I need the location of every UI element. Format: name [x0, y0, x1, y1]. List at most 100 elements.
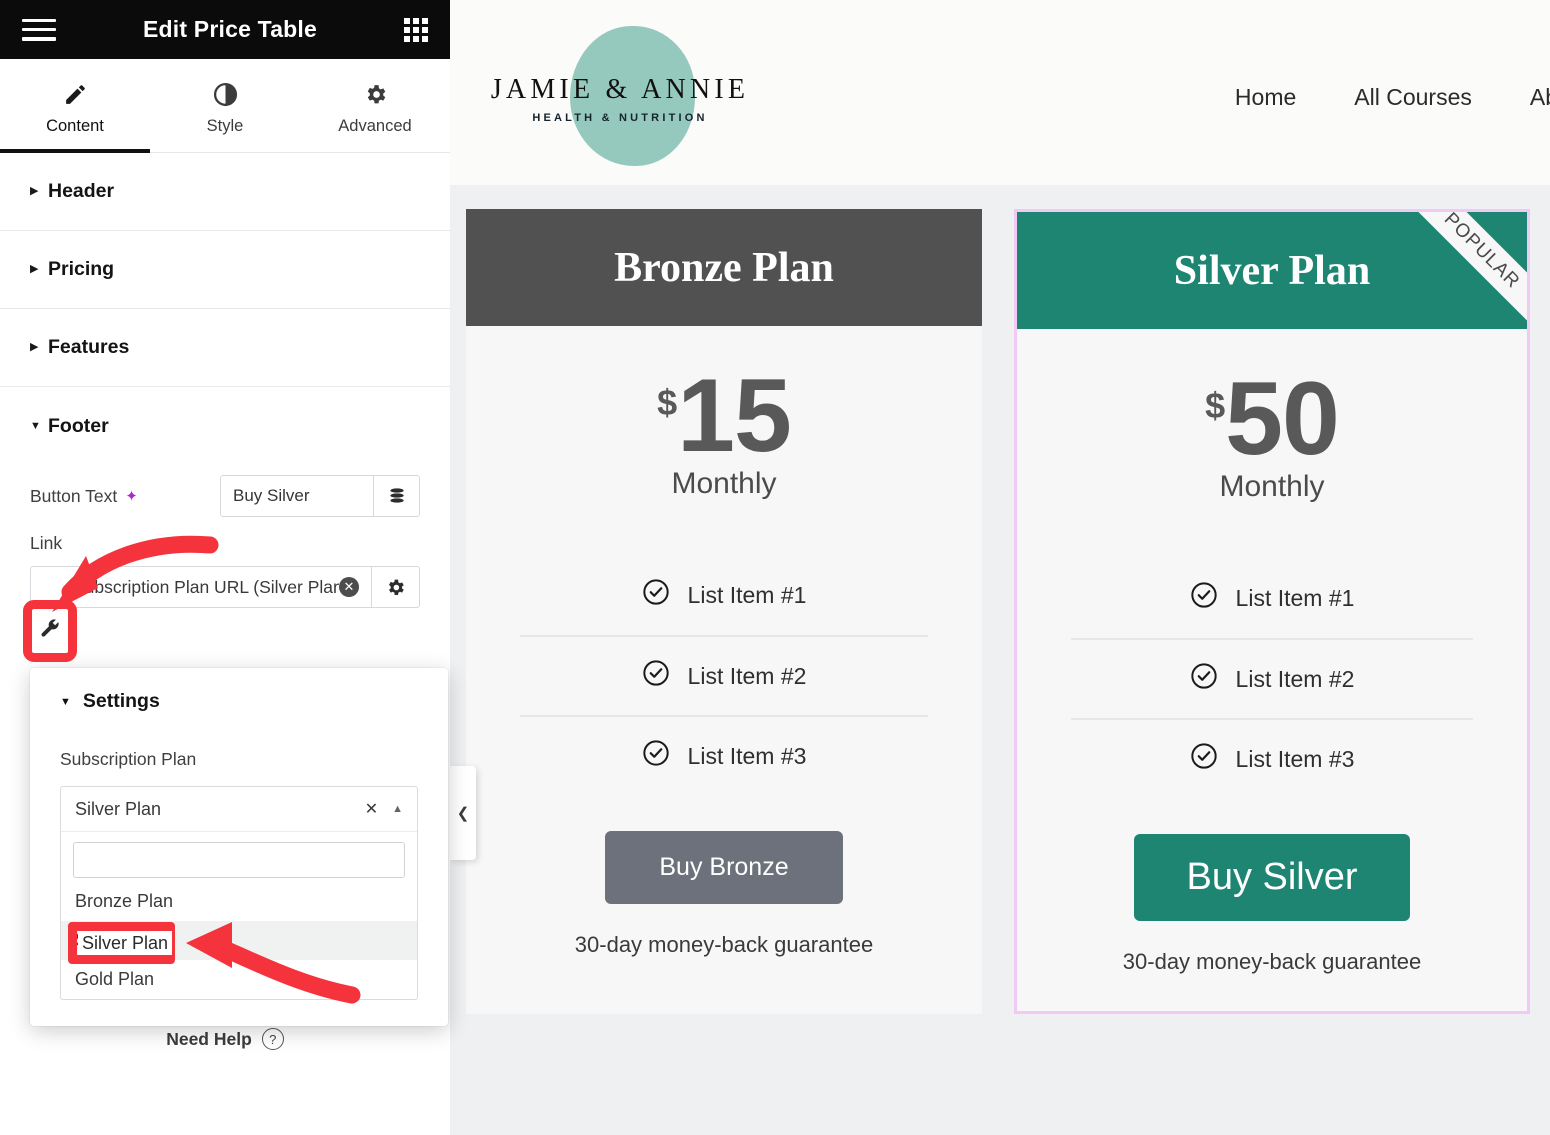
button-text-label: Button Text ✦ — [30, 486, 138, 507]
currency-symbol: $ — [657, 382, 677, 424]
buy-silver-button[interactable]: Buy Silver — [1134, 834, 1409, 921]
section-pricing-label: Pricing — [48, 258, 114, 281]
price-value: 15 — [677, 372, 791, 461]
feature-item: List Item #1 — [1071, 558, 1473, 638]
nav-item-about[interactable]: About — [1530, 84, 1550, 111]
section-header[interactable]: ▶ Header — [0, 153, 450, 231]
editor-panel: Edit Price Table Content Style Advanced … — [0, 0, 450, 1135]
feature-label: List Item #3 — [1236, 746, 1355, 773]
price-block: $ 50 Monthly — [1017, 329, 1527, 514]
feature-list: List Item #1 List Item #2 List Item #3 — [1071, 558, 1473, 798]
price-card-title: Silver Plan — [1174, 247, 1370, 295]
subscription-plan-selected-value[interactable]: Silver Plan ✕ ▲ — [61, 787, 417, 832]
hamburger-icon[interactable] — [22, 19, 56, 41]
plan-search-wrap — [61, 832, 417, 882]
clear-circle-icon[interactable]: ✕ — [339, 577, 359, 597]
tab-advanced[interactable]: Advanced — [300, 59, 450, 152]
link-settings-popup: ▼ Settings Subscription Plan Silver Plan… — [30, 668, 448, 1026]
site-nav: Home All Courses About — [1235, 84, 1550, 111]
guarantee-text: 30-day money-back guarantee — [1017, 921, 1527, 1011]
feature-label: List Item #1 — [1236, 585, 1355, 612]
tab-style[interactable]: Style — [150, 59, 300, 152]
link-input[interactable]: Subscription Plan URL (Silver Plan) — [31, 567, 339, 607]
nav-item-all-courses[interactable]: All Courses — [1354, 84, 1472, 111]
selected-plan-text: Silver Plan — [75, 799, 161, 820]
settings-popup-header[interactable]: ▼ Settings — [60, 690, 418, 713]
feature-item: List Item #1 — [520, 555, 928, 635]
price-card-bronze: Bronze Plan $ 15 Monthly List Item #1 — [466, 209, 982, 1014]
caret-down-icon: ▼ — [60, 696, 71, 708]
section-footer-label: Footer — [48, 415, 109, 438]
tab-advanced-label: Advanced — [338, 117, 411, 136]
button-text-input-group — [220, 475, 420, 517]
price-period: Monthly — [1017, 470, 1527, 504]
check-circle-icon — [642, 739, 670, 773]
section-header-label: Header — [48, 180, 114, 203]
caret-up-icon[interactable]: ▲ — [392, 803, 403, 815]
currency-symbol: $ — [1205, 385, 1225, 427]
wrench-icon[interactable] — [38, 617, 62, 646]
wrench-highlight-annotation — [23, 600, 77, 662]
check-circle-icon — [1190, 662, 1218, 696]
need-help[interactable]: Need Help ? — [0, 1028, 450, 1050]
contrast-icon — [213, 82, 238, 107]
settings-title: Settings — [83, 690, 160, 713]
check-circle-icon — [1190, 742, 1218, 776]
price-period: Monthly — [466, 467, 982, 501]
caret-down-icon: ▼ — [30, 421, 48, 432]
site-logo[interactable]: JAMIE & ANNIE HEALTH & NUTRITION — [470, 18, 770, 168]
cta-wrap: Buy Bronze — [466, 795, 982, 904]
feature-item: List Item #2 — [1071, 638, 1473, 718]
logo-name: JAMIE & ANNIE — [480, 74, 760, 106]
popular-ribbon: POPULAR — [1393, 212, 1527, 329]
tab-content-label: Content — [46, 117, 104, 136]
section-footer[interactable]: ▼ Footer — [0, 387, 450, 465]
plan-option-bronze[interactable]: Bronze Plan — [61, 882, 417, 921]
nav-item-home[interactable]: Home — [1235, 84, 1296, 111]
buy-bronze-button[interactable]: Buy Bronze — [605, 831, 842, 904]
pencil-icon — [63, 82, 88, 107]
section-features-label: Features — [48, 336, 129, 359]
feature-item: List Item #3 — [520, 715, 928, 795]
check-circle-icon — [642, 659, 670, 693]
gear-icon — [363, 82, 388, 107]
link-input-row: Subscription Plan URL (Silver Plan) ✕ — [30, 566, 420, 608]
feature-item: List Item #2 — [520, 635, 928, 715]
caret-right-icon: ▶ — [30, 264, 48, 275]
panel-collapse-handle[interactable]: ❮ — [450, 766, 476, 860]
section-features[interactable]: ▶ Features — [0, 309, 450, 387]
feature-list: List Item #1 List Item #2 List Item #3 — [520, 555, 928, 795]
feature-label: List Item #3 — [688, 743, 807, 770]
question-circle-icon[interactable]: ? — [262, 1028, 284, 1050]
plan-option-silver[interactable]: Silver Plan — [61, 921, 417, 960]
feature-label: List Item #2 — [1236, 666, 1355, 693]
section-pricing[interactable]: ▶ Pricing — [0, 231, 450, 309]
database-icon[interactable] — [373, 476, 419, 516]
price-card-silver: Silver Plan POPULAR $ 50 Monthly List It… — [1014, 209, 1530, 1014]
tab-style-label: Style — [207, 117, 244, 136]
price-block: $ 15 Monthly — [466, 326, 982, 511]
subscription-plan-label: Subscription Plan — [60, 749, 418, 770]
price-value: 50 — [1225, 375, 1339, 464]
tab-content[interactable]: Content — [0, 59, 150, 152]
caret-right-icon: ▶ — [30, 186, 48, 197]
price-card-header-bronze: Bronze Plan — [466, 209, 982, 326]
feature-label: List Item #1 — [688, 582, 807, 609]
link-options-gear-icon[interactable] — [371, 567, 419, 607]
caret-right-icon: ▶ — [30, 342, 48, 353]
editor-title: Edit Price Table — [56, 16, 404, 43]
chevron-left-icon: ❮ — [457, 804, 470, 822]
plan-option-gold[interactable]: Gold Plan — [61, 960, 417, 999]
feature-item: List Item #3 — [1071, 718, 1473, 798]
plan-search-input[interactable] — [73, 842, 405, 878]
clear-selection-icon[interactable]: ✕ — [365, 799, 378, 819]
need-help-label: Need Help — [166, 1029, 252, 1050]
check-circle-icon — [1190, 581, 1218, 615]
button-text-input[interactable] — [221, 476, 373, 516]
button-text-field-row: Button Text ✦ — [0, 465, 450, 527]
site-header: JAMIE & ANNIE HEALTH & NUTRITION Home Al… — [450, 0, 1550, 185]
grid-icon[interactable] — [404, 18, 428, 42]
site-preview: JAMIE & ANNIE HEALTH & NUTRITION Home Al… — [450, 0, 1550, 1135]
editor-tabs: Content Style Advanced — [0, 59, 450, 153]
sparkle-icon[interactable]: ✦ — [125, 487, 138, 505]
